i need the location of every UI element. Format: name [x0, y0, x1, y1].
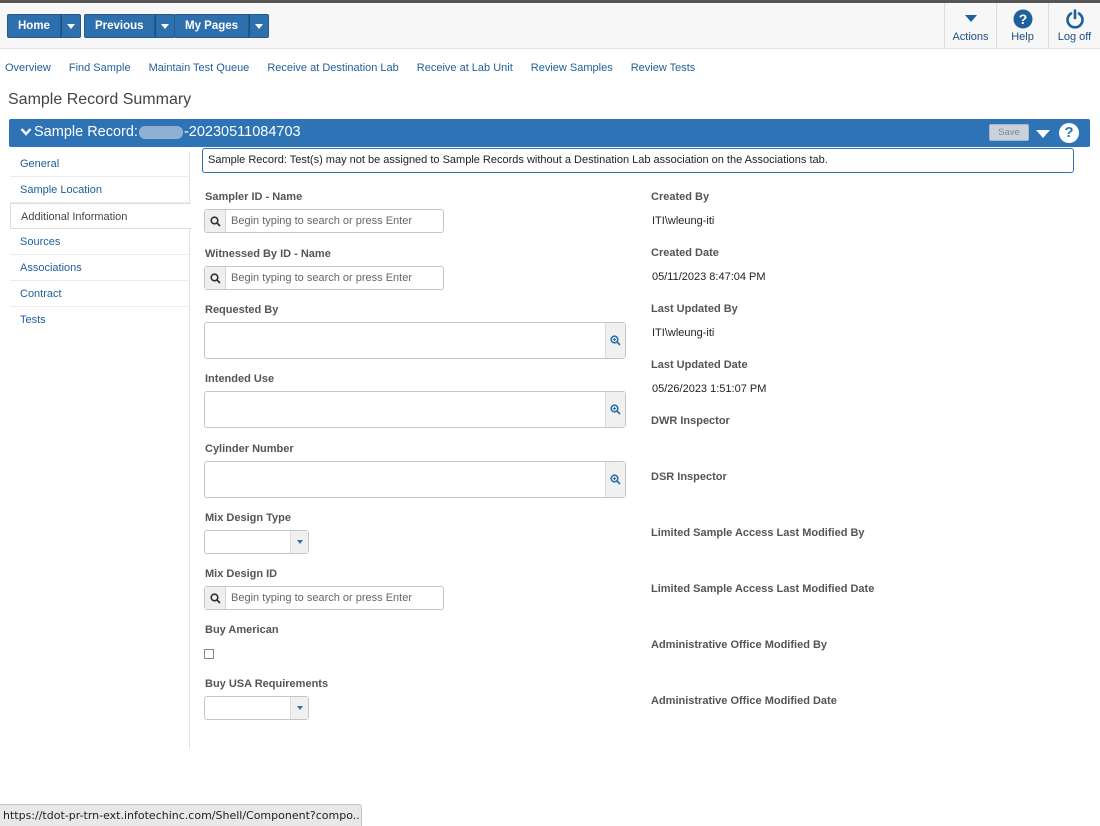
logoff-button[interactable]: Log off: [1048, 3, 1100, 49]
redacted-id: [138, 125, 183, 139]
help-circle-icon: ?: [1013, 9, 1032, 29]
sampler-search-field: [204, 209, 444, 233]
sampler-label: Sampler ID - Name: [205, 191, 303, 203]
last-updated-by-label: Last Updated By: [651, 303, 738, 315]
created-by-value: ITI\wleung-iti: [652, 215, 715, 227]
zoom-icon[interactable]: [605, 462, 625, 497]
caret-down-icon: [255, 23, 264, 29]
sidebar-item-associations[interactable]: Associations: [10, 255, 189, 281]
page-title: Sample Record Summary: [8, 91, 192, 108]
created-date-label: Created Date: [651, 247, 719, 259]
nav-link-review-tests[interactable]: Review Tests: [631, 62, 696, 78]
nav-link-maintain-test-queue[interactable]: Maintain Test Queue: [149, 62, 250, 78]
requested-by-field[interactable]: [204, 322, 626, 359]
previous-button[interactable]: Previous: [84, 14, 155, 38]
sampler-input[interactable]: [226, 215, 436, 227]
caret-down-icon: [66, 23, 75, 29]
previous-dropdown-toggle[interactable]: [154, 14, 175, 38]
created-date-value: 05/11/2023 8:47:04 PM: [652, 271, 766, 283]
actions-button[interactable]: Actions: [944, 3, 996, 49]
nav-link-find-sample[interactable]: Find Sample: [69, 62, 131, 78]
record-header-bar: Sample Record: -20230511084703 Save ?: [9, 119, 1090, 147]
right-tools: Actions ? Help Log off: [944, 3, 1100, 49]
mypages-split-button: My Pages: [174, 14, 270, 38]
record-id-suffix: -20230511084703: [183, 124, 301, 140]
save-button[interactable]: Save: [989, 124, 1029, 141]
admin-office-modified-date-label: Administrative Office Modified Date: [651, 695, 837, 707]
dwr-inspector-label: DWR Inspector: [651, 415, 730, 427]
requested-by-label: Requested By: [205, 304, 279, 316]
sidebar-item-contract[interactable]: Contract: [10, 281, 189, 307]
nav-link-overview[interactable]: Overview: [5, 62, 51, 78]
dsr-inspector-label: DSR Inspector: [651, 471, 727, 483]
info-notice: Sample Record: Test(s) may not be assign…: [202, 148, 1074, 173]
witnessed-input[interactable]: [226, 272, 436, 284]
buy-usa-requirements-label: Buy USA Requirements: [205, 678, 329, 690]
mix-design-id-search-field: [204, 586, 444, 610]
last-updated-date-value: 05/26/2023 1:51:07 PM: [652, 383, 767, 395]
sidebar-item-general[interactable]: General: [10, 151, 189, 177]
section-sidebar: General Sample Location Additional Infor…: [10, 151, 191, 749]
record-title: Sample Record: -20230511084703: [34, 124, 301, 140]
status-bar-url: https://tdot-pr-trn-ext.infotechinc.com/…: [0, 804, 362, 826]
mypages-dropdown-toggle[interactable]: [249, 14, 270, 38]
limited-access-modified-date-label: Limited Sample Access Last Modified Date: [651, 583, 875, 595]
intended-use-label: Intended Use: [205, 373, 275, 385]
caret-down-icon[interactable]: [290, 531, 308, 553]
intended-use-field[interactable]: [204, 391, 626, 428]
sidebar-item-sample-location[interactable]: Sample Location: [10, 177, 189, 203]
record-label-prefix: Sample Record:: [34, 124, 138, 140]
home-button[interactable]: Home: [7, 14, 61, 38]
witnessed-label: Witnessed By ID - Name: [205, 248, 331, 260]
zoom-icon[interactable]: [605, 392, 625, 427]
actions-label: Actions: [952, 31, 989, 43]
help-button[interactable]: ? Help: [996, 3, 1048, 49]
caret-down-icon[interactable]: [290, 697, 308, 719]
admin-office-modified-by-label: Administrative Office Modified By: [651, 639, 828, 651]
search-icon[interactable]: [205, 267, 226, 289]
component-nav: Overview Find Sample Maintain Test Queue…: [0, 62, 708, 78]
search-icon[interactable]: [205, 210, 226, 232]
logoff-label: Log off: [1057, 31, 1092, 43]
sidebar-item-sources[interactable]: Sources: [10, 229, 189, 255]
mix-design-id-label: Mix Design ID: [205, 568, 278, 580]
zoom-icon[interactable]: [605, 323, 625, 358]
last-updated-date-label: Last Updated Date: [651, 359, 748, 371]
search-icon[interactable]: [205, 587, 226, 609]
mypages-button[interactable]: My Pages: [174, 14, 250, 38]
buy-american-checkbox[interactable]: [204, 649, 214, 659]
nav-link-receive-lab-unit[interactable]: Receive at Lab Unit: [417, 62, 513, 78]
help-label: Help: [1011, 31, 1034, 43]
nav-link-review-samples[interactable]: Review Samples: [531, 62, 613, 78]
nav-link-receive-destination-lab[interactable]: Receive at Destination Lab: [267, 62, 398, 78]
last-updated-by-value: ITI\wleung-iti: [652, 327, 715, 339]
mix-design-type-label: Mix Design Type: [205, 512, 291, 524]
created-by-label: Created By: [651, 191, 710, 203]
caret-down-icon[interactable]: [1035, 129, 1051, 139]
home-dropdown-toggle[interactable]: [60, 14, 81, 38]
sidebar-item-tests[interactable]: Tests: [10, 307, 189, 333]
mix-design-type-select[interactable]: [204, 530, 309, 554]
power-icon: [1065, 9, 1084, 29]
help-circle-icon[interactable]: ?: [1059, 123, 1079, 143]
top-toolbar: Home Previous My Pages Actions ? Help Lo…: [0, 0, 1100, 49]
limited-access-modified-by-label: Limited Sample Access Last Modified By: [651, 527, 865, 539]
collapse-chevron-icon[interactable]: [20, 127, 32, 137]
chevron-down-icon: [964, 15, 977, 22]
home-split-button: Home: [7, 14, 81, 38]
buy-american-label: Buy American: [205, 624, 279, 636]
buy-usa-requirements-select[interactable]: [204, 696, 309, 720]
svg-text:?: ?: [1018, 11, 1027, 27]
mix-design-id-input[interactable]: [226, 592, 436, 604]
previous-split-button: Previous: [84, 14, 175, 38]
cylinder-number-field[interactable]: [204, 461, 626, 498]
cylinder-number-label: Cylinder Number: [205, 443, 294, 455]
sidebar-item-additional-information[interactable]: Additional Information: [10, 203, 191, 229]
caret-down-icon: [160, 23, 169, 29]
witnessed-search-field: [204, 266, 444, 290]
